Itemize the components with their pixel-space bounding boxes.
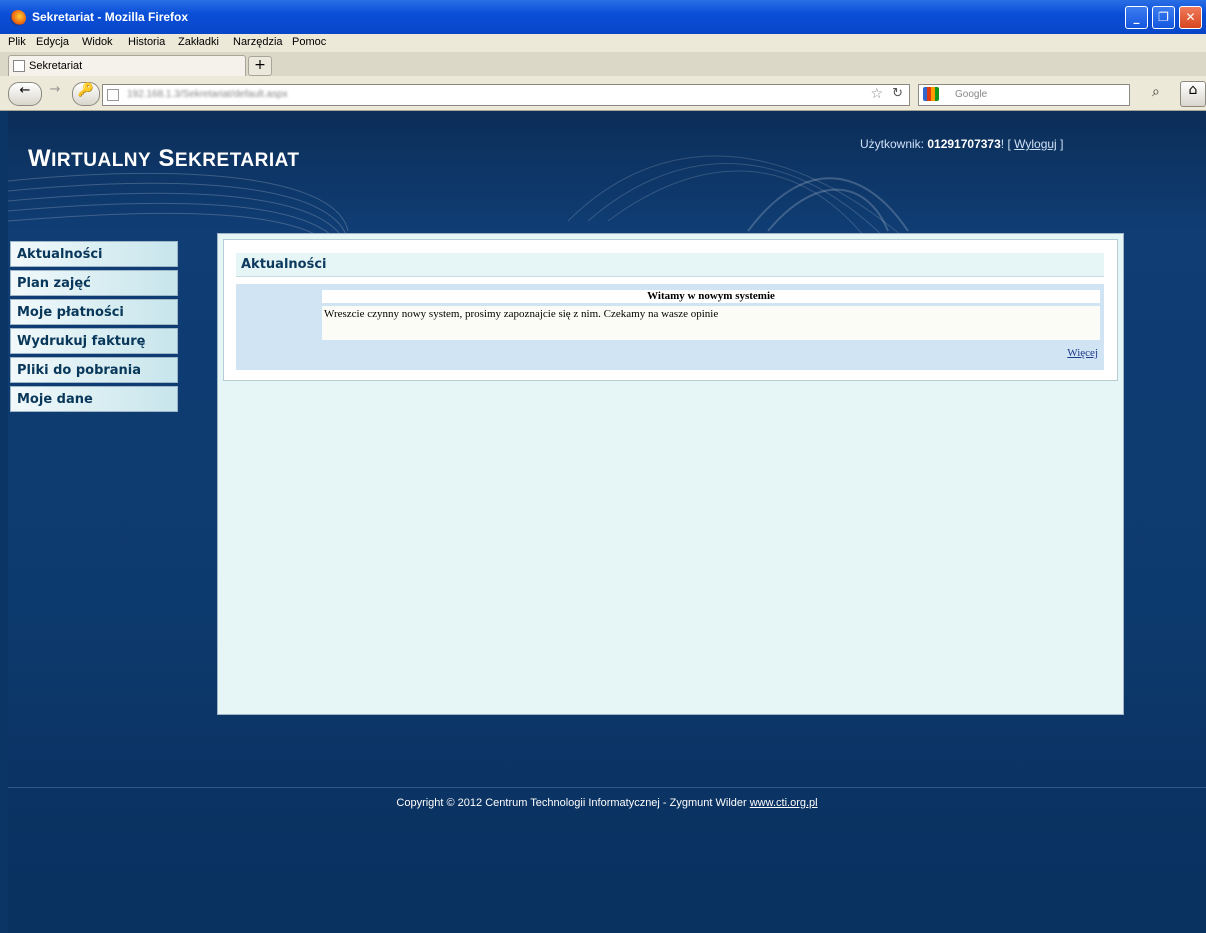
page-content: WIRTUALNY SEKRETARIAT Użytkownik: 012917… [8,111,1206,933]
forward-button[interactable]: → [44,82,66,104]
sidebar-menu: Aktualności Plan zajęć Moje płatności Wy… [10,241,180,415]
window-titlebar: Sekretariat - Mozilla Firefox _ ❐ ✕ [0,0,1206,34]
menu-pomoc[interactable]: Pomoc [292,36,326,48]
sidebar-item-moje-platnosci[interactable]: Moje płatności [10,299,178,325]
menu-bar: Plik Edycja Widok Historia Zakładki Narz… [0,34,1206,52]
search-icon[interactable]: ⌕ [1152,84,1160,100]
search-input[interactable]: Google [918,84,1130,106]
new-tab-button[interactable]: + [248,56,272,76]
window-title: Sekretariat - Mozilla Firefox [32,10,189,24]
navigation-toolbar: ← → 🔑 192.168.1.3/Sekretariat/default.as… [0,76,1206,111]
bookmark-star-icon[interactable]: ☆ [870,86,883,102]
sidebar-item-aktualnosci[interactable]: Aktualności [10,241,178,267]
brand-s: S [158,145,175,172]
tab-bar: Sekretariat + [0,52,1206,77]
sidebar-item-pliki-do-pobrania[interactable]: Pliki do pobrania [10,357,178,383]
logout-link[interactable]: Wyloguj [1014,137,1057,151]
menu-edycja[interactable]: Edycja [36,36,69,48]
main-content: Aktualności Witamy w nowym systemie Wres… [217,233,1124,715]
url-bar[interactable]: 192.168.1.3/Sekretariat/default.aspx ☆ ↻ [102,84,910,106]
close-button[interactable]: ✕ [1179,6,1202,29]
footer-link[interactable]: www.cti.org.pl [750,797,818,809]
more-link[interactable]: Więcej [1067,347,1098,359]
google-icon [923,87,939,101]
sidebar-item-moje-dane[interactable]: Moje dane [10,386,178,412]
restore-button[interactable]: ❐ [1152,6,1175,29]
brand-rest1: IRTUALNY [51,150,152,171]
page-title: Aktualności [236,253,1104,277]
tab-sekretariat[interactable]: Sekretariat [8,55,246,76]
user-id: 01291707373 [927,137,1001,151]
brand-w: W [28,145,52,172]
footer-divider [8,787,1206,788]
brand-rest2: EKRETARIAT [174,150,300,171]
user-info: Użytkownik: 01291707373! [ Wyloguj ] [860,137,1063,151]
sidebar-item-plan-zajec[interactable]: Plan zajęć [10,270,178,296]
home-button[interactable]: ⌂ [1180,81,1206,107]
user-label: Użytkownik: [860,137,925,151]
menu-zakladki[interactable]: Zakładki [178,36,219,48]
firefox-icon [10,10,26,26]
page-icon [107,89,119,101]
site-title: WIRTUALNY SEKRETARIAT [28,145,300,173]
news-item: Witamy w nowym systemie Wreszcie czynny … [236,284,1104,370]
reload-icon[interactable]: ↻ [892,86,903,101]
footer: Copyright © 2012 Centrum Technologii Inf… [8,797,1206,809]
news-body: Wreszcie czynny nowy system, prosimy zap… [322,306,1100,340]
user-suffix: ! [ [1000,137,1011,151]
news-panel: Aktualności Witamy w nowym systemie Wres… [223,239,1118,381]
user-suffix-close: ] [1060,137,1064,151]
page-icon [13,60,25,72]
menu-plik[interactable]: Plik [8,36,26,48]
url-text: 192.168.1.3/Sekretariat/default.aspx [127,89,288,100]
back-button[interactable]: ← [8,82,42,106]
sidebar-item-wydrukuj-fakture[interactable]: Wydrukuj fakturę [10,328,178,354]
menu-historia[interactable]: Historia [128,36,165,48]
tab-label: Sekretariat [29,60,83,72]
identity-icon[interactable]: 🔑 [72,82,100,106]
menu-narzedzia[interactable]: Narzędzia [233,36,283,48]
footer-text: Copyright © 2012 Centrum Technologii Inf… [396,797,747,809]
menu-widok[interactable]: Widok [82,36,113,48]
news-headline: Witamy w nowym systemie [322,290,1100,303]
search-placeholder: Google [955,89,988,100]
minimize-button[interactable]: _ [1125,6,1148,29]
